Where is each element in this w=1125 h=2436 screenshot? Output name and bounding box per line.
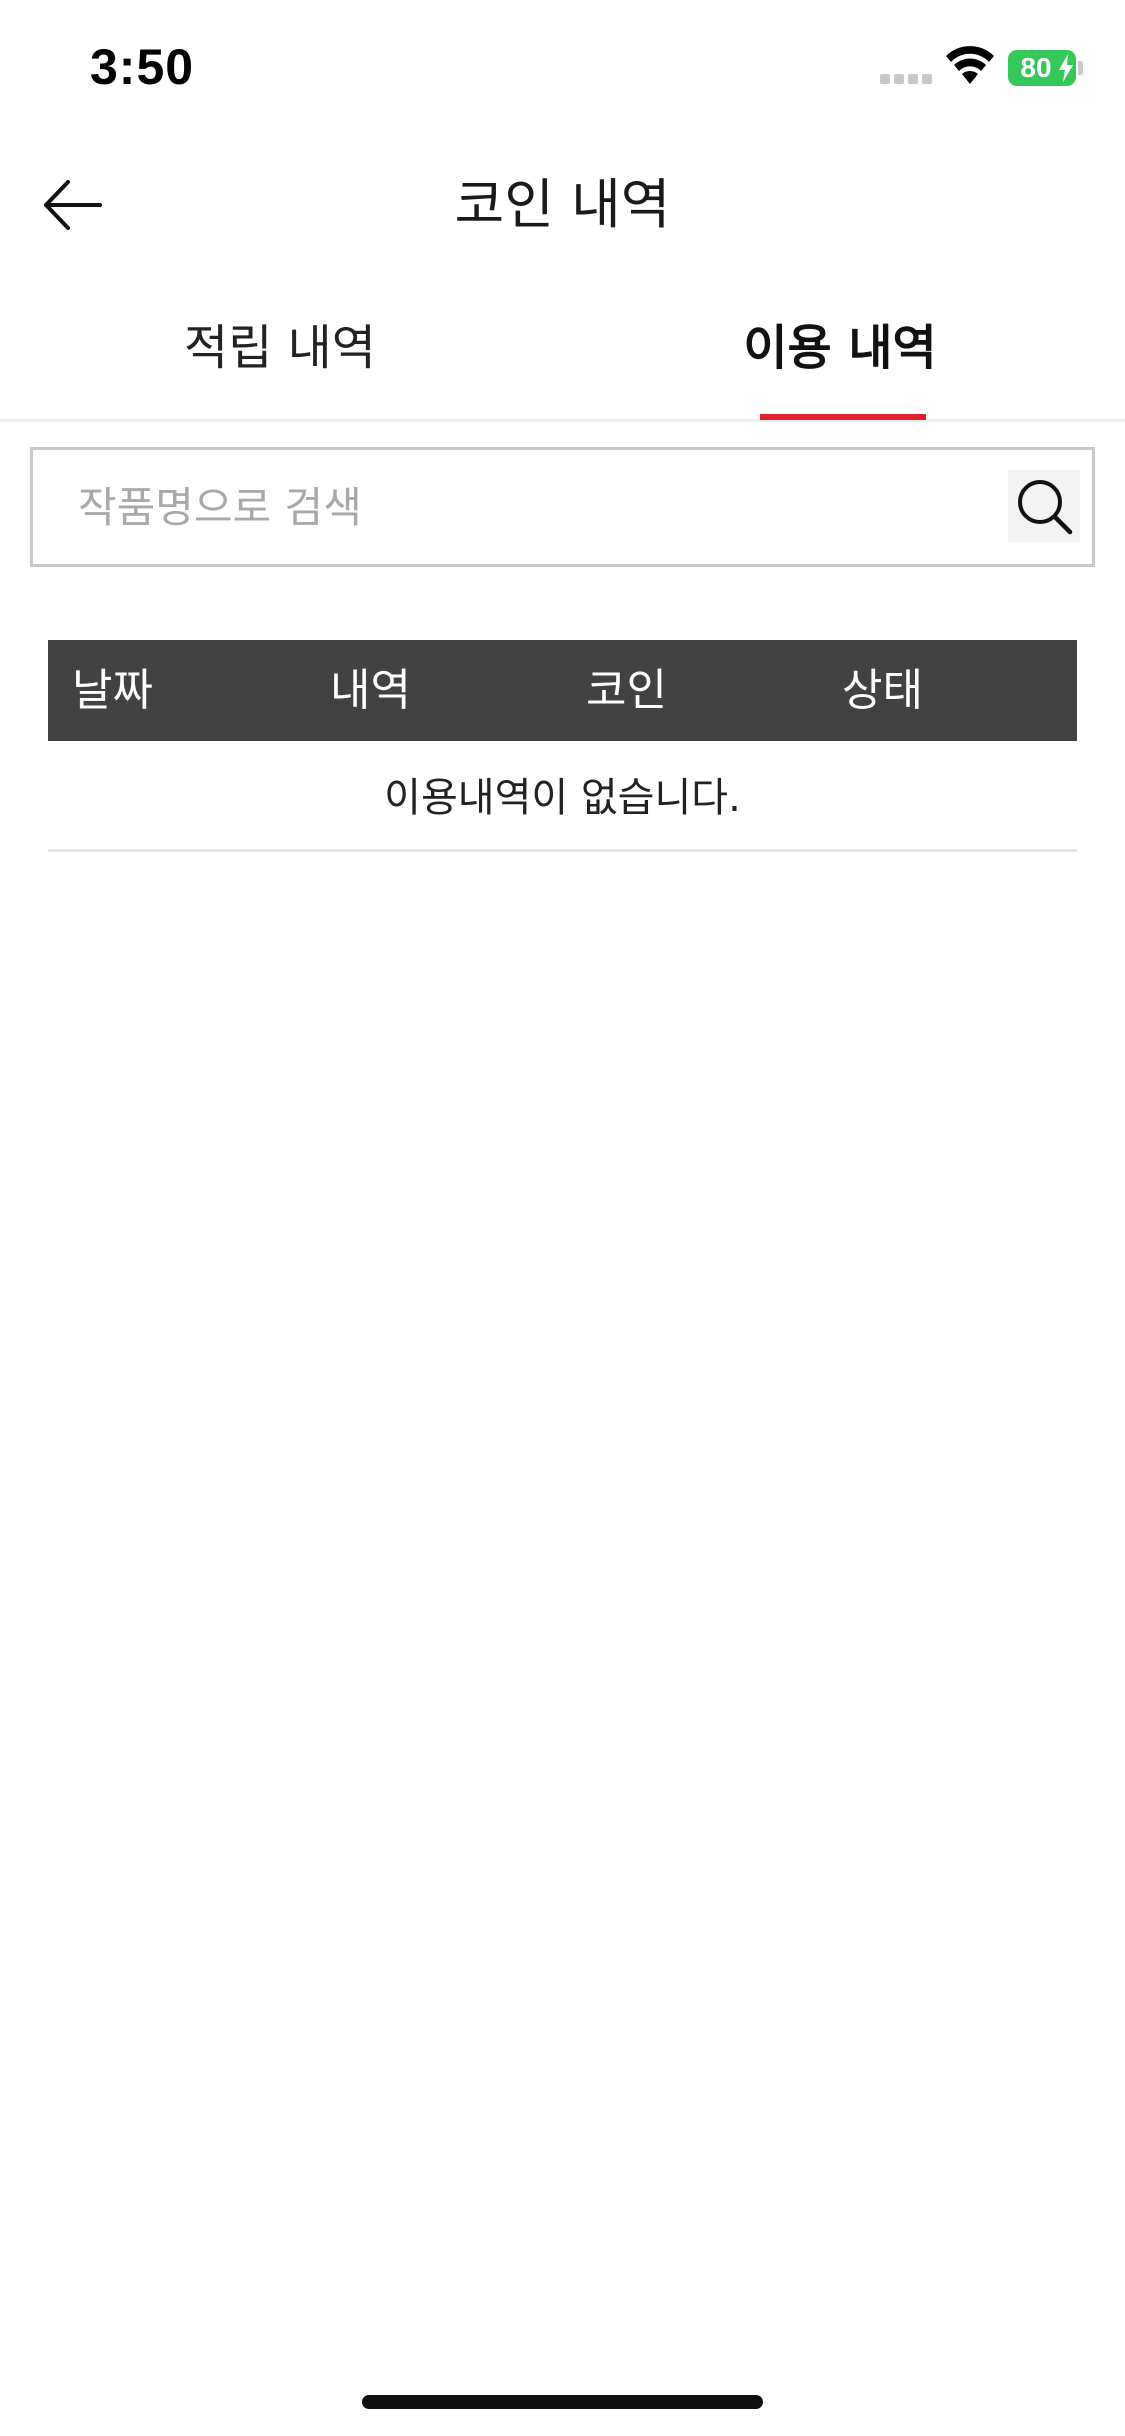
- battery-cap: [1078, 61, 1083, 75]
- status-bar: 3:50 80: [0, 0, 1125, 135]
- tab-bar: 적립 내역 이용 내역: [0, 300, 1125, 422]
- active-tab-indicator: [760, 414, 926, 420]
- search-bar: [30, 447, 1095, 567]
- empty-state-message: 이용내역이 없습니다.: [48, 744, 1077, 852]
- tab-earn-history[interactable]: 적립 내역: [100, 300, 460, 422]
- battery-level: 80: [1020, 52, 1052, 83]
- column-header-detail: 내역: [330, 665, 411, 716]
- column-header-date: 날짜: [72, 665, 153, 716]
- search-icon: [1018, 480, 1073, 535]
- status-time: 3:50: [90, 39, 195, 95]
- column-header-status: 상태: [842, 665, 923, 716]
- charging-bolt-icon: [1059, 54, 1073, 82]
- home-indicator[interactable]: [362, 2395, 763, 2409]
- cellular-signal-icon: [880, 74, 932, 86]
- search-button[interactable]: [1008, 470, 1080, 542]
- tab-use-history[interactable]: 이용 내역: [660, 300, 1020, 422]
- coin-history-screen: 3:50 80 코인 내역 적립 내역 이용 내역 작품명으로 검색 날짜 내역…: [0, 0, 1125, 2436]
- navigation-header: 코인 내역: [0, 140, 1125, 270]
- search-input[interactable]: [78, 472, 958, 542]
- page-title: 코인 내역: [454, 173, 671, 236]
- wifi-icon: [946, 46, 994, 84]
- battery-icon: 80: [1008, 50, 1076, 86]
- table-header: 날짜 내역 코인 상태: [48, 640, 1077, 741]
- column-header-coin: 코인: [586, 665, 667, 716]
